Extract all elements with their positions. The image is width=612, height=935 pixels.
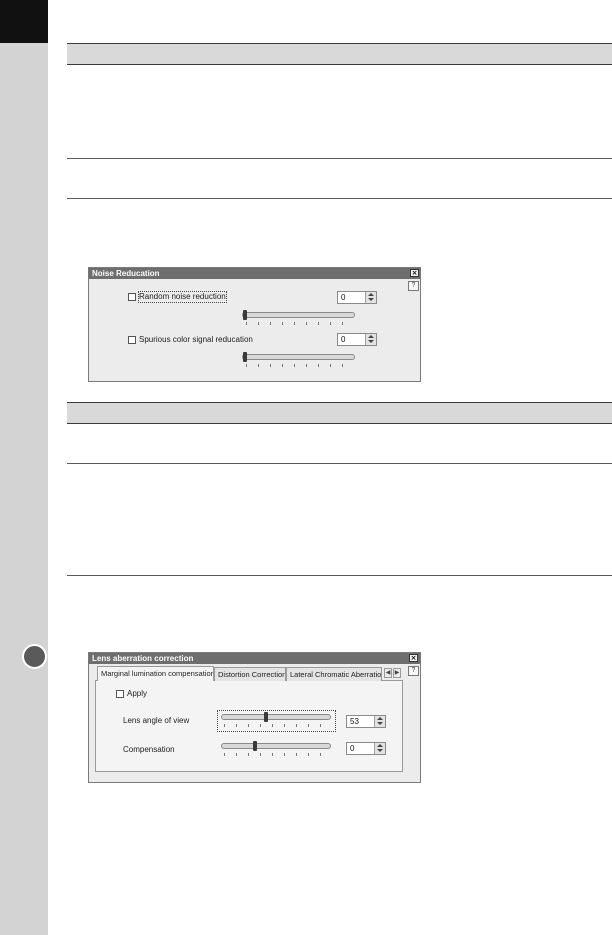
chapter-badge [22,644,47,669]
spin-up-icon[interactable] [368,335,374,338]
compensation-slider-track[interactable] [221,743,331,749]
divider-2 [67,198,612,199]
noise-reduction-window: Noise Reducation × ? Random noise reduct… [88,267,421,382]
tab-scroll-arrows: ◀ ▶ [384,668,402,679]
spin-up-icon[interactable] [377,717,383,720]
spurious-color-value: 0 [341,335,346,344]
window-title: Lens aberration correction [89,653,420,664]
help-icon[interactable]: ? [408,281,419,291]
tab-left-arrow-icon[interactable]: ◀ [384,668,392,678]
random-noise-label: Random noise reduction [138,291,227,303]
page-corner-marker [0,0,48,43]
section-header-band-1 [67,43,612,65]
tab-lateral-chromatic-aberration[interactable]: Lateral Chromatic Aberration [286,667,382,681]
lens-angle-slider-thumb[interactable] [264,712,268,722]
spin-buttons[interactable] [374,743,385,754]
compensation-slider[interactable] [218,740,335,760]
spin-up-icon[interactable] [377,744,383,747]
page-sidebar [0,0,48,935]
spin-up-icon[interactable] [368,293,374,296]
close-icon[interactable]: × [409,654,418,662]
spin-buttons[interactable] [374,716,385,727]
compensation-spinbox[interactable]: 0 [346,742,386,755]
window-title: Noise Reducation [89,268,420,279]
lens-angle-value: 53 [350,717,359,726]
spurious-color-slider-track[interactable] [242,354,355,360]
spin-down-icon[interactable] [377,722,383,725]
random-noise-checkbox[interactable] [128,293,136,301]
spin-buttons[interactable] [365,334,376,345]
compensation-value: 0 [350,744,355,753]
spurious-color-checkbox[interactable] [128,336,136,344]
tab-distortion-correction[interactable]: Distortion Correction [214,667,286,681]
lens-angle-slider-track[interactable] [221,714,331,720]
spurious-color-spinbox[interactable]: 0 [337,333,377,346]
random-noise-slider-thumb[interactable] [243,310,247,320]
spurious-color-label: Spurious color signal reducation [139,335,253,344]
help-icon[interactable]: ? [408,666,419,676]
random-noise-value: 0 [341,293,346,302]
section-header-band-2 [67,402,612,424]
random-noise-slider-track[interactable] [242,312,355,318]
spurious-color-slider-thumb[interactable] [243,352,247,362]
slider-ticks [246,322,354,325]
spin-down-icon[interactable] [368,298,374,301]
lens-angle-slider[interactable] [217,710,336,732]
slider-ticks [246,364,354,367]
tab-marginal-lumination[interactable]: Marginal lumination compensation [97,666,214,681]
compensation-label: Compensation [123,745,175,754]
spin-down-icon[interactable] [368,340,374,343]
spin-buttons[interactable] [365,292,376,303]
compensation-slider-thumb[interactable] [253,741,257,751]
close-icon[interactable]: × [410,269,419,277]
divider-4 [67,575,612,576]
apply-checkbox[interactable] [116,690,124,698]
divider-3 [67,463,612,464]
lens-angle-label: Lens angle of view [123,716,190,725]
divider-1 [67,158,612,159]
lens-angle-spinbox[interactable]: 53 [346,715,386,728]
apply-label: Apply [127,689,148,698]
slider-ticks [224,724,330,727]
slider-ticks [224,753,330,756]
spin-down-icon[interactable] [377,749,383,752]
random-noise-spinbox[interactable]: 0 [337,291,377,304]
tab-right-arrow-icon[interactable]: ▶ [393,668,401,678]
